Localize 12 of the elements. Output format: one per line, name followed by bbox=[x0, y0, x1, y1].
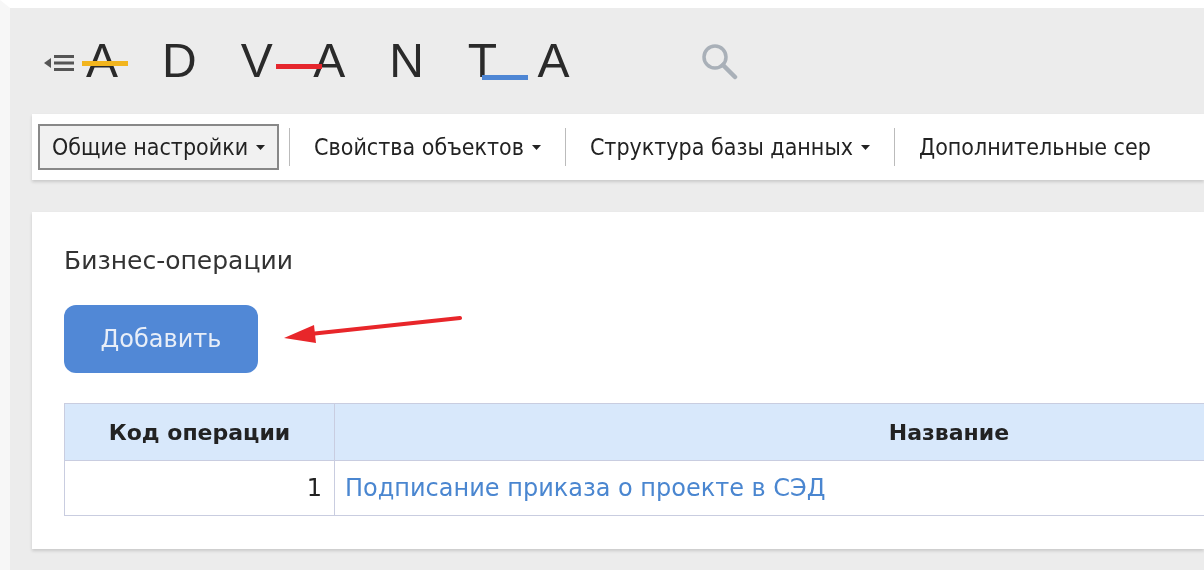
column-header: Код операции bbox=[64, 403, 335, 461]
menu-item[interactable]: Дополнительные сер bbox=[904, 124, 1165, 170]
caret-icon bbox=[256, 144, 266, 150]
menu-item[interactable]: Структура базы данных bbox=[575, 124, 884, 170]
table-cell: 1 bbox=[64, 460, 335, 516]
caret-icon bbox=[860, 144, 870, 150]
caret-icon bbox=[531, 144, 541, 150]
column-header: Название bbox=[334, 403, 1204, 461]
panel-title: Бизнес-операции bbox=[64, 246, 294, 275]
menu-item[interactable]: Свойства объектов bbox=[300, 124, 555, 170]
collapse-menu-icon[interactable] bbox=[44, 53, 76, 73]
menu-item[interactable]: Общие настройки bbox=[38, 124, 280, 170]
